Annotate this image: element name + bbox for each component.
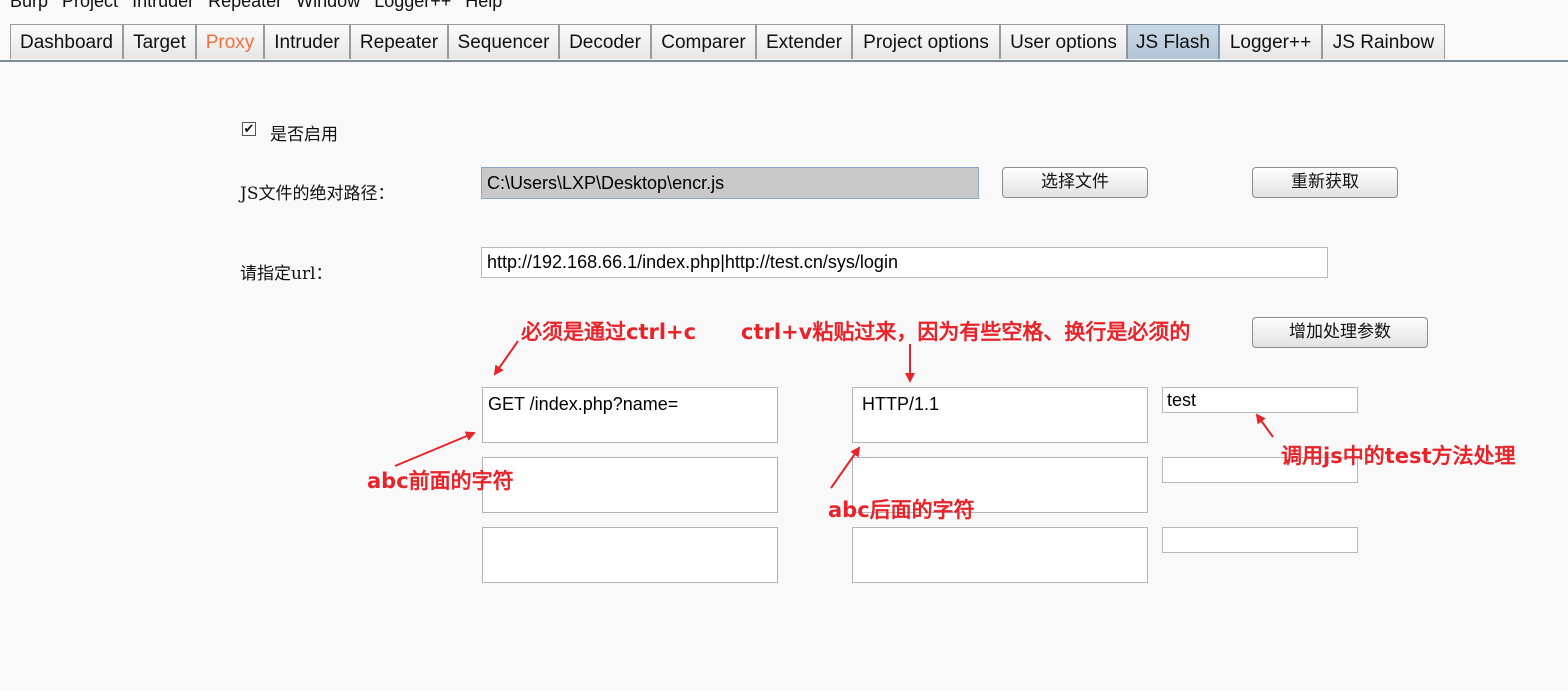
arrow-before-abc xyxy=(394,431,476,467)
arrow-test-method xyxy=(1255,413,1274,438)
arrow-ctrl-c xyxy=(493,340,519,376)
annotation-arrows xyxy=(394,340,1274,489)
arrow-after-abc xyxy=(830,446,861,489)
